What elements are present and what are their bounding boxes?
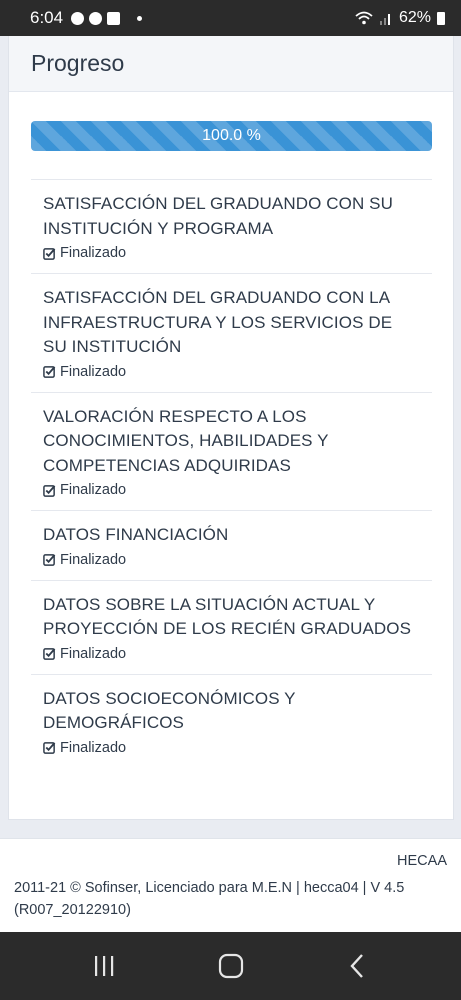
section-status: Finalizado	[43, 482, 420, 498]
section-list: SATISFACCIÓN DEL GRADUANDO CON SU INSTIT…	[31, 179, 432, 768]
section-item[interactable]: SATISFACCIÓN DEL GRADUANDO CON LA INFRAE…	[31, 273, 432, 392]
section-status-label: Finalizado	[60, 245, 127, 261]
section-title: DATOS FINANCIACIÓN	[43, 525, 229, 544]
footer-copyright: 2011-21 © Sofinser, Licenciado para M.E.…	[14, 880, 405, 918]
section-status-label: Finalizado	[60, 739, 127, 756]
notification-dot-icon	[137, 15, 143, 21]
section-status: Finalizado	[43, 552, 420, 568]
home-icon	[218, 953, 243, 979]
section-item[interactable]: SATISFACCIÓN DEL GRADUANDO CON SU INSTIT…	[31, 179, 432, 273]
check-square-icon	[43, 648, 56, 660]
card-header: Progreso	[9, 36, 453, 92]
signal-icon	[379, 14, 390, 25]
facebook-icon	[89, 11, 103, 25]
section-status: Finalizado	[43, 646, 420, 662]
page-title: Progreso	[31, 50, 125, 76]
section-status-label: Finalizado	[60, 363, 127, 380]
check-square-icon	[43, 247, 56, 260]
section-status-label: Finalizado	[60, 551, 127, 568]
section-title: VALORACIÓN RESPECTO A LOS CONOCIMIENTOS,…	[43, 406, 329, 475]
android-nav-bar	[0, 932, 461, 1000]
section-item[interactable]: VALORACIÓN RESPECTO A LOS CONOCIMIENTOS,…	[31, 391, 432, 511]
recent-apps-button[interactable]	[84, 946, 124, 986]
recent-apps-icon	[94, 956, 113, 976]
section-title: SATISFACCIÓN DEL GRADUANDO CON LA INFRAE…	[43, 288, 393, 356]
section-item[interactable]: DATOS SOBRE LA SITUACIÓN ACTUAL Y PROYEC…	[31, 579, 432, 674]
progress-bar: 100.0 %	[31, 121, 432, 151]
battery-icon	[437, 11, 445, 25]
status-bar: 6:04 62%	[0, 0, 461, 36]
check-square-icon	[43, 742, 56, 754]
section-title: DATOS SOBRE LA SITUACIÓN ACTUAL Y PROYEC…	[43, 594, 412, 639]
section-status-label: Finalizado	[60, 482, 127, 498]
check-square-icon	[43, 484, 56, 497]
battery-text: 62%	[398, 9, 431, 26]
status-right: 62%	[355, 9, 445, 27]
section-item[interactable]: DATOS SOCIOECONÓMICOS Y DEMOGRÁFICOS Fin…	[31, 673, 432, 768]
section-title: DATOS SOCIOECONÓMICOS Y DEMOGRÁFICOS	[43, 688, 296, 733]
section-status: Finalizado	[43, 364, 420, 380]
back-icon	[349, 954, 363, 978]
section-title: SATISFACCIÓN DEL GRADUANDO CON SU INSTIT…	[43, 194, 393, 238]
section-status: Finalizado	[43, 245, 420, 261]
check-square-icon	[43, 554, 56, 566]
progress-card: Progreso 100.0 % SATISFACCIÓN DEL GRADUA…	[8, 36, 454, 820]
progress-label: 100.0 %	[202, 127, 261, 144]
back-button[interactable]	[338, 946, 378, 986]
section-item[interactable]: DATOS FINANCIACIÓN Finalizado	[31, 510, 432, 580]
progress-bar-fill: 100.0 %	[31, 121, 432, 151]
footer-brand: HECAA	[397, 853, 447, 869]
gallery-icon	[107, 11, 121, 25]
facebook-messenger-icon	[71, 11, 85, 25]
status-time: 6:04	[30, 8, 64, 27]
footer: HECAA 2011-21 © Sofinser, Licenciado par…	[0, 838, 461, 932]
section-status: Finalizado	[43, 740, 420, 756]
wifi-icon	[355, 11, 373, 25]
section-status-label: Finalizado	[60, 645, 127, 662]
home-button[interactable]	[211, 946, 251, 986]
check-square-icon	[43, 366, 56, 378]
